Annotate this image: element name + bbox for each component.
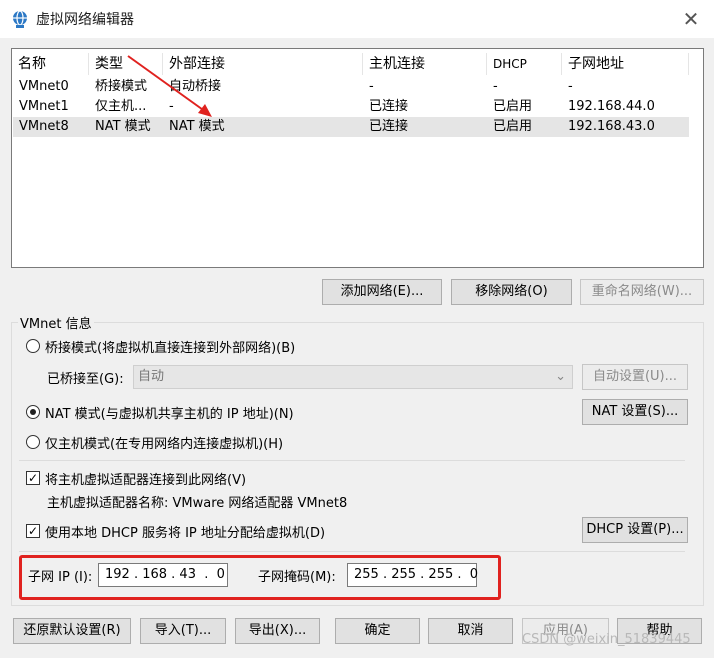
divider — [19, 460, 685, 461]
network-table: 名称 类型 外部连接 主机连接 DHCP 子网地址 VMnet0 桥接模式 自动… — [11, 48, 704, 268]
cell-subnet: - — [568, 79, 573, 94]
auto-settings-button[interactable]: 自动设置(U)... — [582, 364, 688, 390]
connect-adapter-label[interactable]: 将主机虚拟适配器连接到此网络(V) — [45, 469, 246, 488]
bridged-to-label: 已桥接至(G): — [47, 372, 124, 387]
table-row-vmnet8[interactable]: VMnet8 NAT 模式 NAT 模式 已连接 已启用 192.168.43.… — [13, 117, 689, 137]
adapter-name-text: 主机虚拟适配器名称: VMware 网络适配器 VMnet8 — [47, 496, 348, 511]
cell-name: VMnet0 — [19, 79, 69, 94]
close-icon[interactable]: ✕ — [676, 4, 706, 34]
cell-dhcp: 已启用 — [493, 99, 533, 114]
annotation-arrow — [127, 55, 212, 117]
column-header-dhcp[interactable]: DHCP — [487, 53, 562, 75]
restore-defaults-button[interactable]: 还原默认设置(R) — [13, 618, 131, 644]
cell-name: VMnet8 — [19, 119, 69, 134]
use-dhcp-checkbox[interactable]: ✓ — [26, 524, 40, 538]
rename-network-button[interactable]: 重命名网络(W)... — [580, 279, 704, 305]
use-dhcp-label[interactable]: 使用本地 DHCP 服务将 IP 地址分配给虚拟机(D) — [45, 522, 325, 541]
import-button[interactable]: 导入(T)... — [140, 618, 226, 644]
add-network-button[interactable]: 添加网络(E)... — [322, 279, 442, 305]
host-only-label[interactable]: 仅主机模式(在专用网络内连接虚拟机)(H) — [45, 433, 283, 452]
nat-settings-button[interactable]: NAT 设置(S)... — [582, 399, 688, 425]
column-header-name[interactable]: 名称 — [12, 53, 89, 75]
table-row-vmnet0[interactable]: VMnet0 桥接模式 自动桥接 - - - — [13, 77, 689, 97]
nat-label[interactable]: NAT 模式(与虚拟机共享主机的 IP 地址)(N) — [45, 403, 294, 422]
bridged-label[interactable]: 桥接模式(将虚拟机直接连接到外部网络)(B) — [45, 337, 295, 356]
cell-host: 已连接 — [369, 99, 409, 114]
cell-subnet: 192.168.43.0 — [568, 119, 655, 134]
ok-button[interactable]: 确定 — [335, 618, 420, 644]
nat-radio[interactable] — [26, 405, 40, 419]
remove-network-button[interactable]: 移除网络(O) — [451, 279, 572, 305]
bridged-to-value: 自动 — [138, 369, 165, 384]
chevron-down-icon: ⌄ — [555, 369, 566, 384]
cell-subnet: 192.168.44.0 — [568, 99, 655, 114]
host-only-radio[interactable] — [26, 435, 40, 449]
cell-dhcp: - — [493, 79, 498, 94]
column-header-subnet[interactable]: 子网地址 — [562, 53, 689, 75]
watermark: CSDN @weixin_51839445 — [522, 632, 691, 647]
export-button[interactable]: 导出(X)... — [235, 618, 320, 644]
cell-name: VMnet1 — [19, 99, 69, 114]
network-globe-icon — [13, 10, 27, 28]
cell-host: - — [369, 79, 374, 94]
highlight-box — [19, 555, 501, 600]
connect-adapter-checkbox[interactable]: ✓ — [26, 471, 40, 485]
cell-host: 已连接 — [369, 119, 409, 134]
divider — [19, 551, 685, 552]
vmnet-info-label: VMnet 信息 — [18, 313, 94, 332]
cell-dhcp: 已启用 — [493, 119, 533, 134]
bridged-to-select[interactable]: 自动 ⌄ — [133, 365, 573, 389]
window-title: 虚拟网络编辑器 — [36, 12, 134, 28]
dhcp-settings-button[interactable]: DHCP 设置(P)... — [582, 517, 688, 543]
cancel-button[interactable]: 取消 — [428, 618, 513, 644]
column-header-host[interactable]: 主机连接 — [363, 53, 487, 75]
table-row-vmnet1[interactable]: VMnet1 仅主机... - 已连接 已启用 192.168.44.0 — [13, 97, 689, 117]
bridged-radio[interactable] — [26, 339, 40, 353]
